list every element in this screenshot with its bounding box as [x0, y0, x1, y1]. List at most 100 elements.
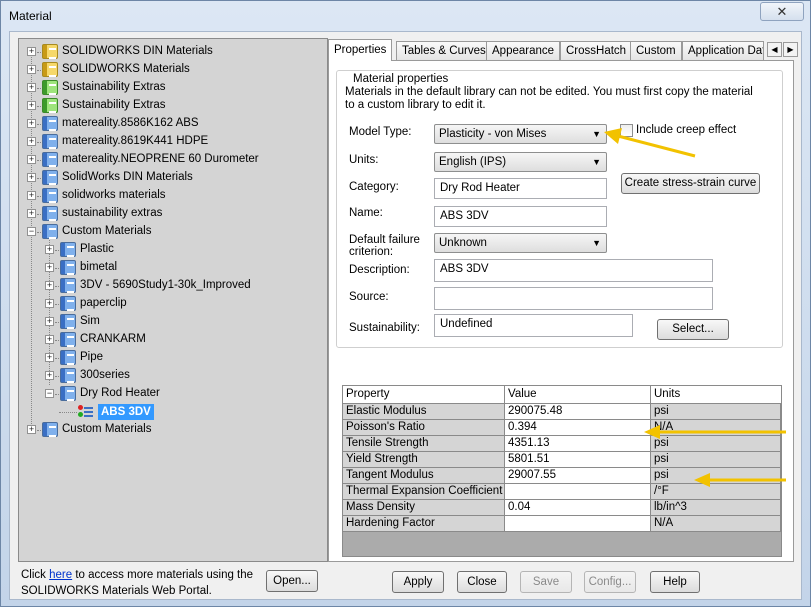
- property-value-cell[interactable]: 290075.48: [505, 404, 651, 420]
- property-value-cell[interactable]: 0.04: [505, 500, 651, 516]
- tree-item[interactable]: − Custom Materials: [19, 223, 325, 241]
- expand-icon[interactable]: +: [27, 191, 36, 200]
- tab-scroll-left-icon[interactable]: ◀: [767, 42, 782, 57]
- failure-criterion-label: Default failure criterion:: [349, 234, 420, 258]
- property-units-cell: N/A: [651, 516, 781, 532]
- units-select[interactable]: English (IPS) ▼: [434, 152, 607, 172]
- library-icon: [60, 278, 76, 293]
- tab-appearance[interactable]: Appearance: [486, 41, 561, 60]
- sustainability-field[interactable]: Undefined: [434, 314, 633, 337]
- property-value-cell[interactable]: 4351.13: [505, 436, 651, 452]
- property-value-cell[interactable]: [505, 484, 651, 500]
- tree-item[interactable]: + SOLIDWORKS DIN Materials: [19, 43, 325, 61]
- config-button[interactable]: Config...: [584, 571, 636, 593]
- expand-icon[interactable]: +: [27, 425, 36, 434]
- expand-icon[interactable]: +: [45, 317, 54, 326]
- tab-tables-curves[interactable]: Tables & Curves: [396, 41, 492, 60]
- units-value: English (IPS): [439, 156, 507, 168]
- expand-icon[interactable]: +: [45, 281, 54, 290]
- tree-item-label: SOLIDWORKS Materials: [62, 63, 190, 75]
- expand-icon[interactable]: +: [27, 47, 36, 56]
- tab-crosshatch[interactable]: CrossHatch: [560, 41, 633, 60]
- tree-item[interactable]: + CRANKARM: [19, 331, 325, 349]
- web-portal-note: Click here to access more materials usin…: [21, 567, 261, 599]
- tree-item[interactable]: + Sustainability Extras: [19, 79, 325, 97]
- tree-item[interactable]: ABS 3DV: [19, 403, 325, 421]
- expand-icon[interactable]: +: [45, 335, 54, 344]
- expand-icon[interactable]: +: [45, 263, 54, 272]
- tree-item[interactable]: + SOLIDWORKS Materials: [19, 61, 325, 79]
- tree-item-label: CRANKARM: [80, 333, 146, 345]
- expand-icon[interactable]: +: [27, 137, 36, 146]
- expand-icon[interactable]: +: [27, 155, 36, 164]
- tree-item-label: sustainability extras: [62, 207, 163, 219]
- tree-item[interactable]: + matereality.8586K162 ABS: [19, 115, 325, 133]
- header-units: Units: [651, 386, 781, 404]
- library-icon: [60, 350, 76, 365]
- tree-item-label: paperclip: [80, 297, 127, 309]
- library-icon: [42, 224, 58, 239]
- expand-icon[interactable]: +: [27, 65, 36, 74]
- open-button[interactable]: Open...: [266, 570, 318, 592]
- collapse-icon[interactable]: −: [45, 389, 54, 398]
- source-field[interactable]: [434, 287, 713, 310]
- close-button[interactable]: Close: [457, 571, 507, 593]
- model-type-value: Plasticity - von Mises: [439, 128, 547, 140]
- tab-properties[interactable]: Properties: [328, 39, 393, 61]
- library-icon: [42, 116, 58, 131]
- category-field[interactable]: Dry Rod Heater: [434, 178, 607, 199]
- tree-item[interactable]: + Plastic: [19, 241, 325, 259]
- property-value-cell[interactable]: 5801.51: [505, 452, 651, 468]
- tree-item[interactable]: + solidworks materials: [19, 187, 325, 205]
- save-button[interactable]: Save: [520, 571, 572, 593]
- tree-item[interactable]: + bimetal: [19, 259, 325, 277]
- property-units-cell: lb/in^3: [651, 500, 781, 516]
- model-type-select[interactable]: Plasticity - von Mises ▼: [434, 124, 607, 144]
- tab-scroll-right-icon[interactable]: ▶: [783, 42, 798, 57]
- tree-item[interactable]: + Custom Materials: [19, 421, 325, 439]
- tree-item-label: 3DV - 5690Study1-30k_Improved: [80, 279, 251, 291]
- material-library-tree[interactable]: + SOLIDWORKS DIN Materials + SOLIDWORKS Mat…: [18, 38, 328, 562]
- footer-text-before: Click: [21, 569, 50, 581]
- expand-icon[interactable]: +: [45, 371, 54, 380]
- description-field[interactable]: ABS 3DV: [434, 259, 713, 282]
- library-icon: [42, 152, 58, 167]
- expand-icon[interactable]: +: [45, 245, 54, 254]
- tree-item[interactable]: + paperclip: [19, 295, 325, 313]
- help-button[interactable]: Help: [650, 571, 700, 593]
- library-icon: [42, 206, 58, 221]
- property-value-cell[interactable]: [505, 516, 651, 532]
- apply-button[interactable]: Apply: [392, 571, 444, 593]
- property-value-cell[interactable]: 29007.55: [505, 468, 651, 484]
- expand-icon[interactable]: +: [27, 119, 36, 128]
- tree-item[interactable]: + matereality.8619K441 HDPE: [19, 133, 325, 151]
- tree-item[interactable]: + Sustainability Extras: [19, 97, 325, 115]
- expand-icon[interactable]: +: [45, 353, 54, 362]
- collapse-icon[interactable]: −: [27, 227, 36, 236]
- properties-panel: Material properties Materials in the def…: [328, 60, 794, 562]
- name-field[interactable]: ABS 3DV: [434, 206, 607, 227]
- tree-item[interactable]: + Sim: [19, 313, 325, 331]
- web-portal-link[interactable]: here: [49, 569, 72, 581]
- select-button[interactable]: Select...: [657, 319, 729, 340]
- tree-item-label: SOLIDWORKS DIN Materials: [62, 45, 213, 57]
- create-stress-strain-button[interactable]: Create stress-strain curve: [621, 173, 760, 194]
- library-icon: [60, 260, 76, 275]
- tree-item[interactable]: +300series: [19, 367, 325, 385]
- tree-item[interactable]: − Dry Rod Heater: [19, 385, 325, 403]
- failure-criterion-select[interactable]: Unknown ▼: [434, 233, 607, 253]
- expand-icon[interactable]: +: [27, 83, 36, 92]
- tree-item[interactable]: +3DV - 5690Study1-30k_Improved: [19, 277, 325, 295]
- tree-item[interactable]: + matereality.NEOPRENE 60 Durometer: [19, 151, 325, 169]
- tree-item[interactable]: + sustainability extras: [19, 205, 325, 223]
- expand-icon[interactable]: +: [27, 173, 36, 182]
- expand-icon[interactable]: +: [27, 101, 36, 110]
- expand-icon[interactable]: +: [45, 299, 54, 308]
- close-window-button[interactable]: ✕: [760, 2, 804, 21]
- tree-item[interactable]: + Pipe: [19, 349, 325, 367]
- tab-custom[interactable]: Custom: [630, 41, 682, 60]
- property-value-cell[interactable]: 0.394: [505, 420, 651, 436]
- tree-item[interactable]: + SolidWorks DIN Materials: [19, 169, 325, 187]
- expand-icon[interactable]: +: [27, 209, 36, 218]
- tab-application-data[interactable]: Application Data: [682, 41, 764, 60]
